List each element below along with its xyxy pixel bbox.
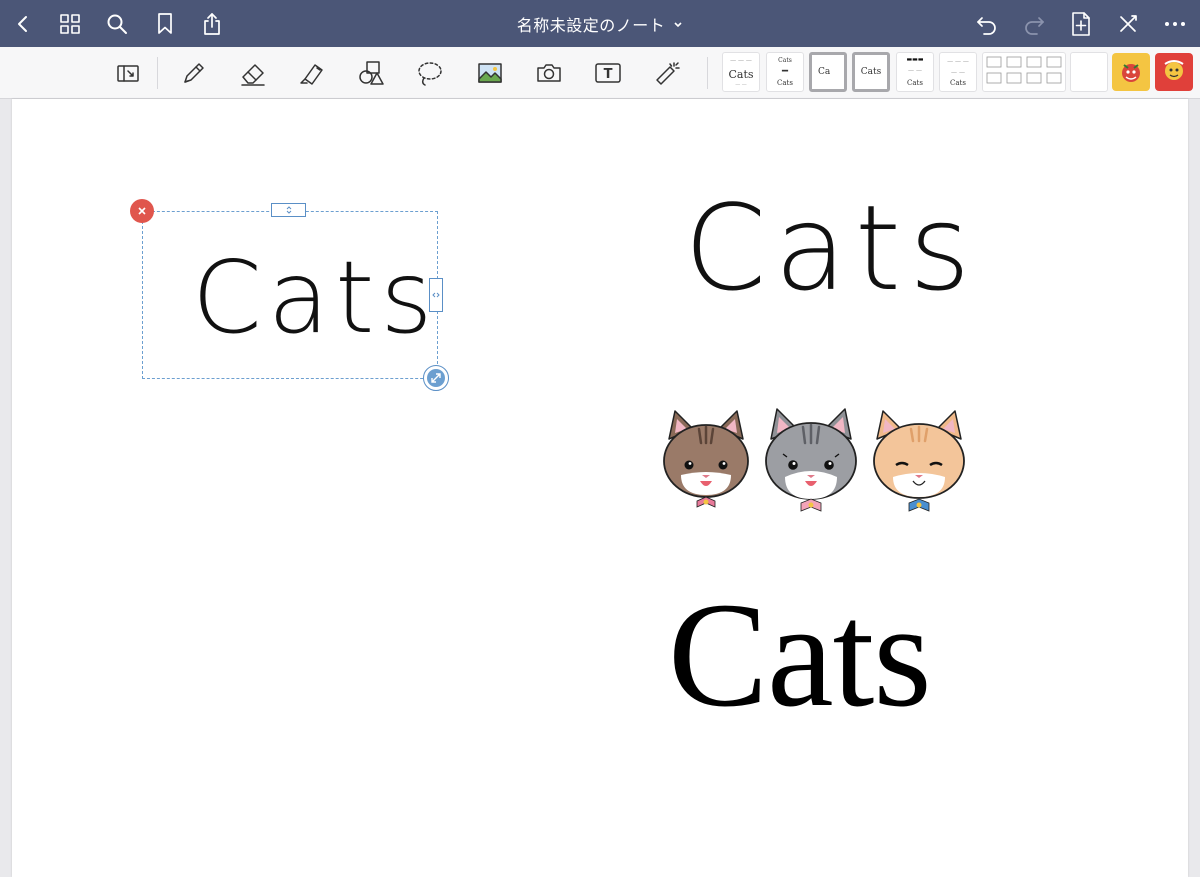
laser-pointer-icon[interactable] — [650, 56, 686, 90]
read-mode-icon[interactable] — [110, 56, 146, 90]
note-title-button[interactable]: 名称未設定のノート — [400, 0, 800, 47]
text-tool-icon[interactable]: T — [590, 56, 626, 90]
preset-thumbnail[interactable]: Cats ━ Cats — [766, 52, 804, 92]
toolbar-divider — [707, 57, 708, 89]
redo-icon[interactable] — [1017, 7, 1051, 41]
preset-thumbnail-wide[interactable] — [982, 52, 1066, 92]
preset-thumbnail[interactable]: — — — — — Cats — [939, 52, 977, 92]
brown-tabby-cat — [663, 410, 749, 508]
preset-thumbnail[interactable]: Ca — [809, 52, 847, 92]
back-icon[interactable] — [6, 7, 40, 41]
camera-icon[interactable] — [531, 56, 567, 90]
title-bar: 名称未設定のノート — [0, 0, 1200, 47]
undo-icon[interactable] — [970, 7, 1004, 41]
more-icon[interactable] — [1158, 7, 1192, 41]
gray-tabby-cat — [765, 408, 857, 512]
share-icon[interactable] — [195, 7, 229, 41]
toolbar-divider — [157, 57, 158, 89]
add-page-icon[interactable] — [1064, 7, 1098, 41]
preset-thumbnail[interactable]: Cats — [852, 52, 890, 92]
chevron-down-icon — [673, 14, 683, 33]
orange-cat — [873, 410, 965, 512]
image-icon[interactable] — [472, 56, 508, 90]
tool-bar: T — — — Cats — — Cats ━ Cats Ca Cats ▬▬▬… — [0, 47, 1200, 99]
serif-text[interactable]: Cats — [668, 569, 932, 741]
bookmark-icon[interactable] — [148, 7, 182, 41]
thumbnails-grid-icon[interactable] — [53, 7, 87, 41]
note-page[interactable]: Cats Cats Cats — [12, 99, 1188, 877]
resize-corner-handle[interactable] — [423, 365, 449, 391]
sticker-red-character[interactable] — [1155, 53, 1193, 91]
handwritten-text[interactable]: Cats — [684, 179, 978, 317]
search-icon[interactable] — [100, 7, 134, 41]
preset-thumbnail[interactable]: ▬▬▬ — — Cats — [896, 52, 934, 92]
shapes-icon[interactable] — [353, 56, 389, 90]
close-edit-icon[interactable] — [1111, 7, 1145, 41]
note-app: 名称未設定のノート T — — — Cats — — Cats ━ Cats C… — [0, 0, 1200, 877]
cats-sticker[interactable] — [657, 407, 977, 515]
selected-handwritten-text[interactable]: Cats — [192, 239, 438, 356]
highlighter-icon[interactable] — [294, 56, 330, 90]
sticker-yellow-character[interactable] — [1112, 53, 1150, 91]
eraser-icon[interactable] — [235, 56, 271, 90]
pen-icon[interactable] — [175, 56, 211, 90]
text-tool-glyph: T — [604, 67, 613, 82]
delete-selection-button[interactable] — [130, 199, 154, 223]
note-title: 名称未設定のノート — [516, 15, 666, 35]
diagonal-arrows-icon — [427, 369, 445, 387]
preset-thumbnail[interactable]: — — — Cats — — — [722, 52, 760, 92]
resize-handle-right[interactable] — [429, 278, 443, 312]
preset-thumbnail-blank[interactable] — [1070, 52, 1108, 92]
resize-handle-top[interactable] — [271, 203, 306, 217]
lasso-icon[interactable] — [412, 56, 448, 90]
